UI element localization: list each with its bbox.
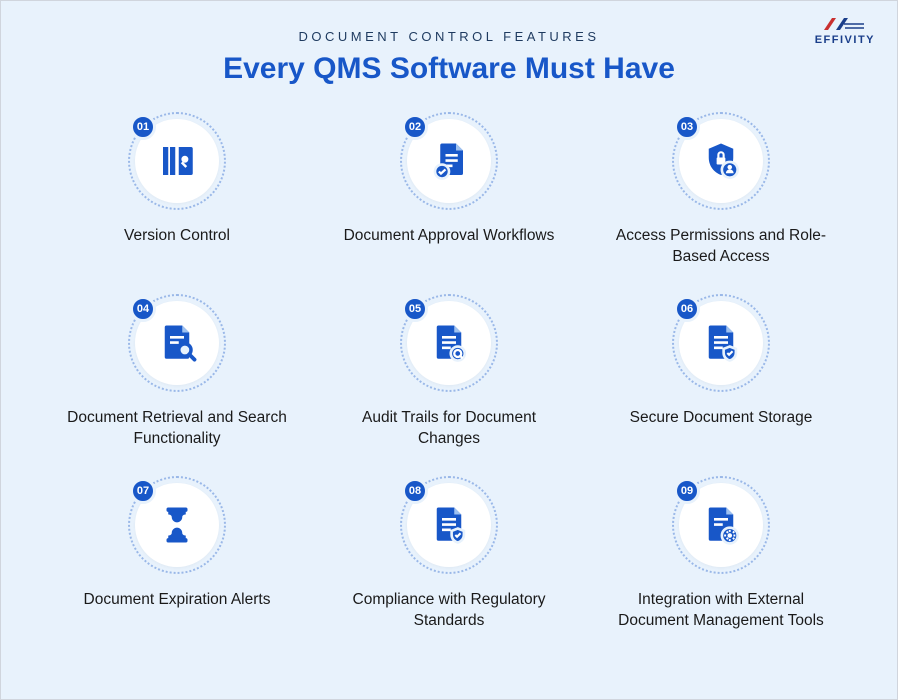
feature-label: Document Expiration Alerts xyxy=(84,590,271,611)
brand-logo: EFFIVITY xyxy=(815,15,875,46)
feature-icon-wrap: 01 xyxy=(128,112,226,210)
feature-icon-wrap: 04 xyxy=(128,294,226,392)
brand-name: EFFIVITY xyxy=(815,34,875,46)
features-grid: 01 Version Control 02 Document Approval … xyxy=(1,86,897,652)
feature-label: Version Control xyxy=(124,226,230,247)
feature-icon-wrap: 05 xyxy=(400,294,498,392)
feature-number-badge: 08 xyxy=(402,478,428,504)
feature-card: 02 Document Approval Workflows xyxy=(325,112,573,268)
feature-number-badge: 05 xyxy=(402,296,428,322)
feature-number-badge: 04 xyxy=(130,296,156,322)
feature-icon-wrap: 02 xyxy=(400,112,498,210)
feature-card: 06 Secure Document Storage xyxy=(597,294,845,450)
feature-card: 08 Compliance with Regulatory Standards xyxy=(325,476,573,632)
compliance-icon xyxy=(428,504,470,546)
feature-label: Audit Trails for Document Changes xyxy=(334,408,564,450)
feature-card: 03 Access Permissions and Role-Based Acc… xyxy=(597,112,845,268)
feature-number-badge: 03 xyxy=(674,114,700,140)
integration-icon xyxy=(700,504,742,546)
page-title: Every QMS Software Must Have xyxy=(1,52,897,86)
feature-number-badge: 01 xyxy=(130,114,156,140)
audit-trails-icon xyxy=(428,322,470,364)
feature-label: Integration with External Document Manag… xyxy=(606,590,836,632)
version-control-icon xyxy=(156,140,198,182)
overline: DOCUMENT CONTROL FEATURES xyxy=(1,29,897,44)
feature-card: 09 Integration with External Document Ma… xyxy=(597,476,845,632)
feature-card: 05 Audit Trails for Document Changes xyxy=(325,294,573,450)
feature-icon-wrap: 03 xyxy=(672,112,770,210)
feature-card: 07 Document Expiration Alerts xyxy=(53,476,301,632)
document-search-icon xyxy=(156,322,198,364)
feature-icon-wrap: 09 xyxy=(672,476,770,574)
secure-storage-icon xyxy=(700,322,742,364)
feature-label: Access Permissions and Role-Based Access xyxy=(606,226,836,268)
feature-label: Document Approval Workflows xyxy=(344,226,555,247)
feature-card: 04 Document Retrieval and Search Functio… xyxy=(53,294,301,450)
feature-number-badge: 07 xyxy=(130,478,156,504)
feature-number-badge: 02 xyxy=(402,114,428,140)
feature-label: Document Retrieval and Search Functional… xyxy=(62,408,292,450)
access-permissions-icon xyxy=(700,140,742,182)
page-header: DOCUMENT CONTROL FEATURES Every QMS Soft… xyxy=(1,1,897,86)
document-approval-icon xyxy=(428,140,470,182)
feature-icon-wrap: 07 xyxy=(128,476,226,574)
feature-label: Secure Document Storage xyxy=(630,408,813,429)
feature-number-badge: 09 xyxy=(674,478,700,504)
expiration-alerts-icon xyxy=(156,504,198,546)
feature-number-badge: 06 xyxy=(674,296,700,322)
feature-label: Compliance with Regulatory Standards xyxy=(334,590,564,632)
feature-icon-wrap: 08 xyxy=(400,476,498,574)
feature-card: 01 Version Control xyxy=(53,112,301,268)
logo-mark xyxy=(822,15,868,33)
feature-icon-wrap: 06 xyxy=(672,294,770,392)
